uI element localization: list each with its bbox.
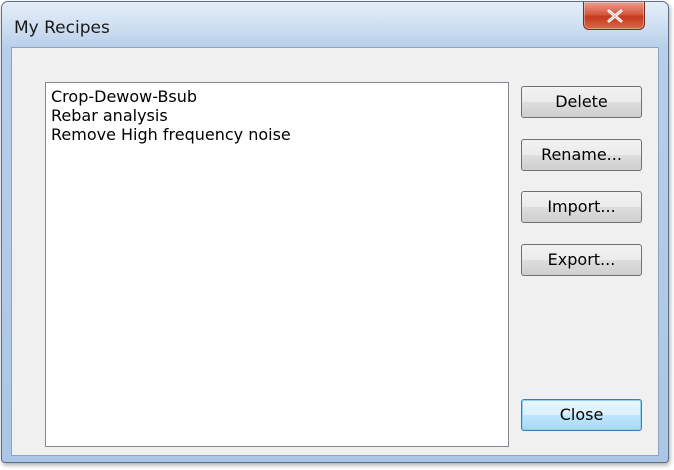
dialog-client-area: Crop-Dewow-Bsub Rebar analysis Remove Hi… (11, 47, 659, 456)
title-bar[interactable]: My Recipes (2, 2, 668, 48)
close-x-icon (607, 9, 623, 23)
close-button[interactable]: Close (521, 399, 642, 431)
title-close-button[interactable] (583, 2, 645, 30)
dialog-window: My Recipes Crop-Dewow-Bsub Rebar analysi… (1, 1, 669, 463)
window-title: My Recipes (14, 18, 110, 38)
import-button[interactable]: Import... (521, 191, 642, 223)
delete-button[interactable]: Delete (521, 86, 642, 118)
list-item[interactable]: Rebar analysis (50, 106, 508, 125)
list-item[interactable]: Crop-Dewow-Bsub (50, 87, 508, 106)
recipe-list[interactable]: Crop-Dewow-Bsub Rebar analysis Remove Hi… (45, 82, 509, 447)
export-button[interactable]: Export... (521, 244, 642, 276)
list-item[interactable]: Remove High frequency noise (50, 125, 508, 144)
rename-button[interactable]: Rename... (521, 139, 642, 171)
